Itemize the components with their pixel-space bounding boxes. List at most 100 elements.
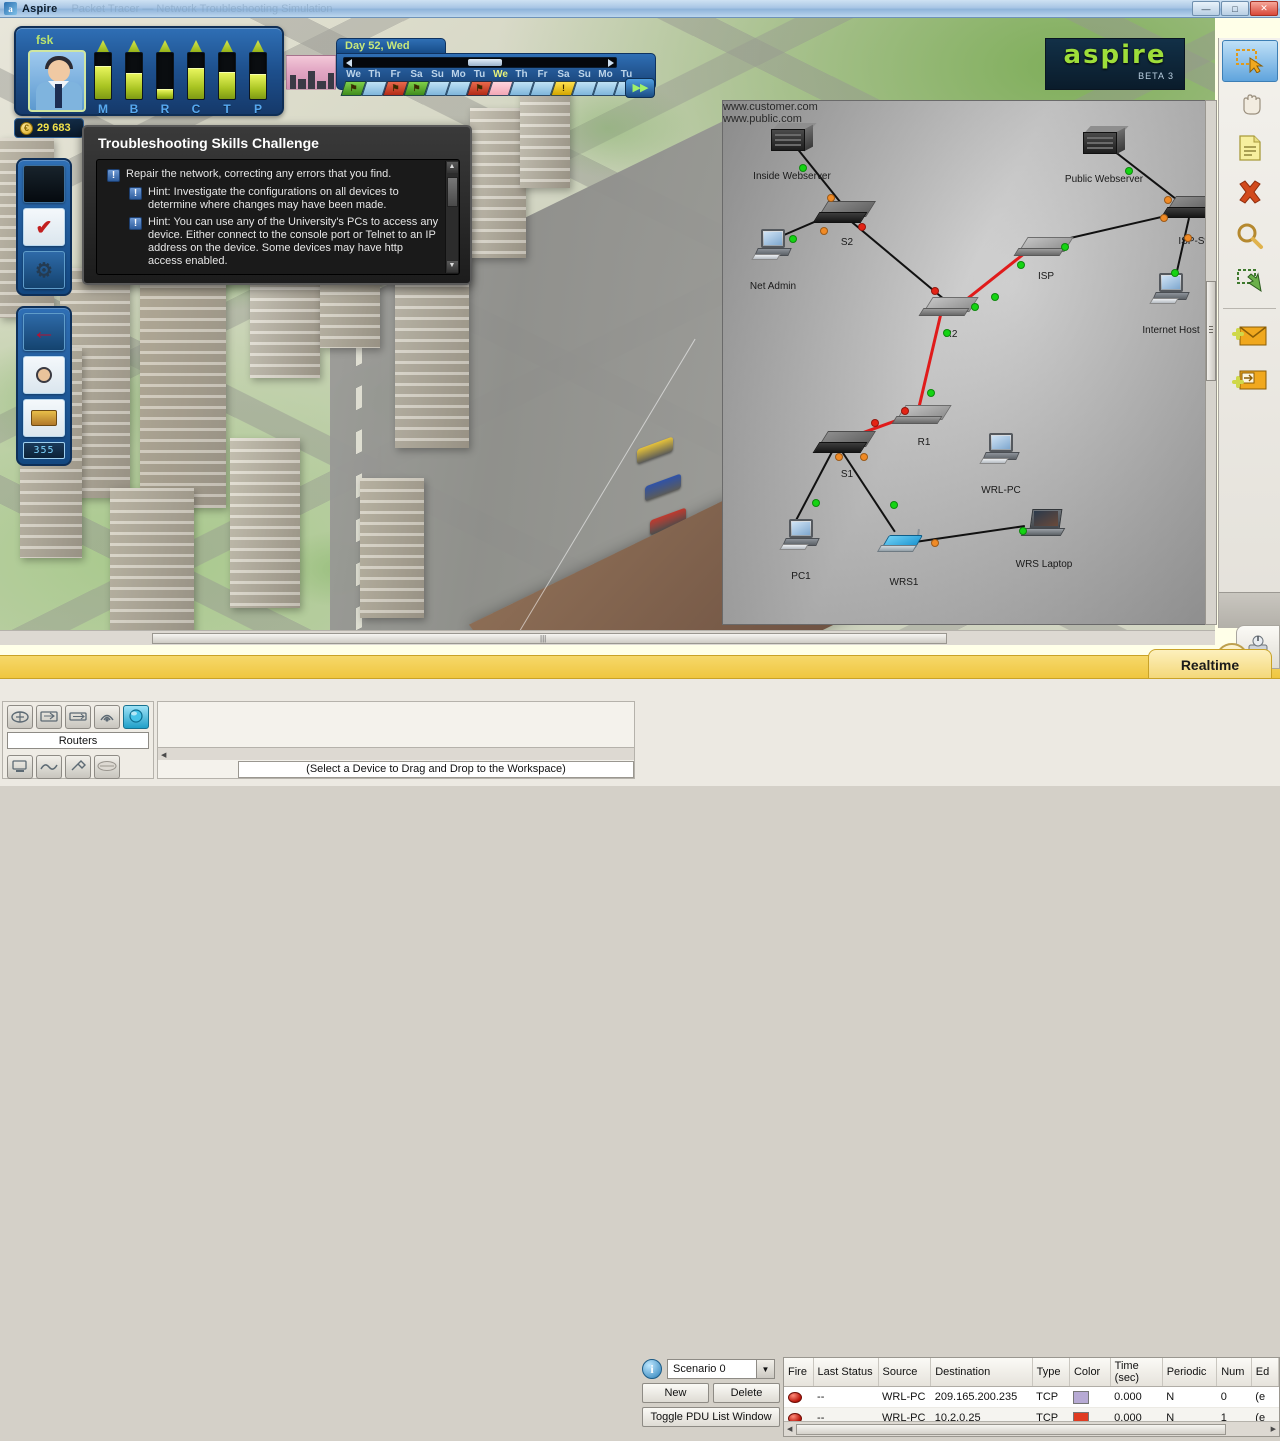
device-screen-icon[interactable]: [23, 165, 65, 203]
link-status-dot: [858, 223, 866, 231]
fire-button[interactable]: [788, 1392, 802, 1403]
delete-scenario-button[interactable]: Delete: [713, 1383, 780, 1403]
pdu-column-header[interactable]: Ed: [1251, 1358, 1278, 1387]
pdu-column-header[interactable]: Last Status: [813, 1358, 878, 1387]
network-node-internet-host[interactable]: Internet Host: [1151, 273, 1191, 307]
character-portrait-icon[interactable]: [23, 356, 65, 394]
new-scenario-button[interactable]: New: [642, 1383, 709, 1403]
pdu-scroll-thumb[interactable]: [796, 1424, 1226, 1435]
network-node-wrs-laptop[interactable]: WRS Laptop: [1023, 509, 1065, 539]
network-node-net-admin[interactable]: Net Admin: [753, 229, 793, 263]
calendar-day-glyph: ⚑: [470, 82, 489, 95]
settings-gear-icon[interactable]: ⚙: [23, 251, 65, 289]
add-complex-pdu-button[interactable]: [1222, 359, 1278, 401]
dialog-scroll-down-button[interactable]: ▼: [447, 261, 458, 272]
network-node-label: WRS1: [890, 577, 919, 588]
network-node-wrl-pc[interactable]: WRL-PC: [981, 433, 1021, 467]
network-node-isp-switch[interactable]: ISP-Sw: [1171, 196, 1207, 222]
network-node-r2[interactable]: R2: [928, 297, 974, 321]
custom-made-devices-button[interactable]: [65, 755, 91, 779]
toggle-pdu-list-window-button[interactable]: Toggle PDU List Window: [642, 1407, 780, 1427]
pdu-horizontal-scrollbar[interactable]: ◀ ▶: [784, 1421, 1279, 1436]
stat-tip-wrap: [249, 40, 267, 52]
network-node-label: Inside Webserver: [753, 171, 831, 182]
city-horizontal-scrollbar[interactable]: |||: [0, 630, 1215, 645]
toolbox-icon[interactable]: [23, 399, 65, 437]
chevron-down-icon[interactable]: ▼: [756, 1360, 774, 1378]
pdu-scroll-right-icon[interactable]: ▶: [1271, 1425, 1276, 1433]
avatar[interactable]: [28, 50, 86, 112]
pdu-column-header[interactable]: Num: [1217, 1358, 1252, 1387]
realtime-mode-tab[interactable]: Realtime: [1148, 649, 1272, 679]
multiuser-connection-button[interactable]: [94, 755, 120, 779]
slider-right-arrow-icon[interactable]: [608, 59, 614, 67]
device-list-scroll-left-icon[interactable]: ◀: [161, 752, 166, 759]
pdu-table-row[interactable]: --WRL-PC209.165.200.235TCP0.000N0(e: [784, 1387, 1279, 1408]
delete-tool-button[interactable]: [1222, 172, 1278, 214]
close-button[interactable]: ✕: [1250, 1, 1278, 16]
slider-left-arrow-icon[interactable]: [346, 59, 352, 67]
device-list-scrollbar[interactable]: ◀: [158, 747, 634, 760]
hubs-category-button[interactable]: [65, 705, 91, 729]
wan-emulation-category-button[interactable]: [36, 755, 62, 779]
stat-tube: [187, 52, 205, 100]
pdu-column-header[interactable]: Source: [878, 1358, 931, 1387]
minimize-button[interactable]: —: [1192, 1, 1220, 16]
calendar-day-cells[interactable]: ⚑⚑⚑⚑!: [343, 81, 637, 96]
pdu-list-table[interactable]: FireLast StatusSourceDestinationTypeColo…: [783, 1357, 1280, 1437]
dialog-instruction-row: ! Repair the network, correcting any erro…: [107, 168, 439, 182]
dialog-scrollbar[interactable]: ▲ ▼: [445, 161, 458, 273]
checklist-icon[interactable]: ✔: [23, 208, 65, 246]
pdu-column-header[interactable]: Fire: [784, 1358, 813, 1387]
switches-category-button[interactable]: [36, 705, 62, 729]
calendar-day-glyph: ⚑: [386, 82, 405, 95]
routers-category-button[interactable]: [7, 705, 33, 729]
add-simple-pdu-button[interactable]: [1222, 315, 1278, 357]
city-scroll-thumb[interactable]: [152, 633, 947, 644]
dialog-scroll-up-button[interactable]: ▲: [447, 162, 458, 173]
pdu-last-status: --: [813, 1387, 878, 1408]
inspect-magnifier-button[interactable]: [1222, 216, 1278, 258]
slider-knob[interactable]: [468, 59, 502, 66]
network-node-inside-webserver[interactable]: Inside Webserver: [771, 123, 813, 153]
toolbox-glyph: [31, 410, 57, 426]
troubleshooting-dialog[interactable]: Troubleshooting Skills Challenge !Repair…: [82, 125, 472, 285]
network-node-pc1[interactable]: PC1: [781, 519, 821, 553]
bottom-panel: Routers ◀ (Select a Device to Drag and D…: [0, 679, 1280, 786]
select-tool-button[interactable]: [1222, 40, 1278, 82]
device-list-area[interactable]: ◀ (Select a Device to Drag and Drop to t…: [157, 701, 635, 779]
calendar-day-name: Mo: [448, 69, 469, 80]
pdu-column-header[interactable]: Time (sec): [1110, 1358, 1162, 1387]
pdu-column-header[interactable]: Type: [1032, 1358, 1069, 1387]
fast-forward-button[interactable]: ▶▶: [625, 78, 655, 98]
note-tool-button[interactable]: [1222, 128, 1278, 170]
info-icon[interactable]: i: [642, 1359, 662, 1379]
end-devices-category-button[interactable]: [7, 755, 33, 779]
dialog-instruction-text: Repair the network, correcting any error…: [126, 168, 391, 182]
back-arrow-icon[interactable]: ←: [23, 313, 65, 351]
workspace-vertical-scrollbar[interactable]: [1205, 100, 1217, 625]
skyline-thumbnail: [286, 55, 336, 90]
maximize-button[interactable]: □: [1221, 1, 1249, 16]
pdu-column-header[interactable]: Destination: [931, 1358, 1032, 1387]
pdu-fire-cell[interactable]: [784, 1387, 813, 1408]
switch-icon: [1171, 196, 1207, 222]
dialog-scroll-thumb[interactable]: [447, 177, 458, 207]
scenario-dropdown[interactable]: Scenario 0 ▼: [667, 1359, 775, 1379]
network-node-wrs1[interactable]: WRS1: [883, 529, 925, 555]
warning-icon: !: [107, 169, 120, 182]
pdu-column-header[interactable]: Periodic: [1162, 1358, 1217, 1387]
pan-hand-tool-button[interactable]: [1222, 84, 1278, 126]
calendar-time-slider[interactable]: [343, 57, 617, 68]
resize-shape-tool-button[interactable]: [1222, 260, 1278, 302]
pdu-color-swatch[interactable]: [1073, 1391, 1089, 1404]
wireless-category-button[interactable]: [94, 705, 120, 729]
pdu-source: WRL-PC: [878, 1387, 931, 1408]
window-titlebar: a Aspire Packet Tracer — Network Trouble…: [0, 0, 1280, 18]
connections-category-button[interactable]: [123, 705, 149, 729]
network-node-public-webserver[interactable]: Public Webserver: [1083, 126, 1125, 156]
pdu-scroll-left-icon[interactable]: ◀: [787, 1425, 792, 1433]
pdu-column-header[interactable]: Color: [1069, 1358, 1110, 1387]
network-topology-workspace[interactable]: Inside WebserverS2Net AdminR2ISPPublic W…: [722, 100, 1207, 625]
pdu-color-cell[interactable]: [1069, 1387, 1110, 1408]
